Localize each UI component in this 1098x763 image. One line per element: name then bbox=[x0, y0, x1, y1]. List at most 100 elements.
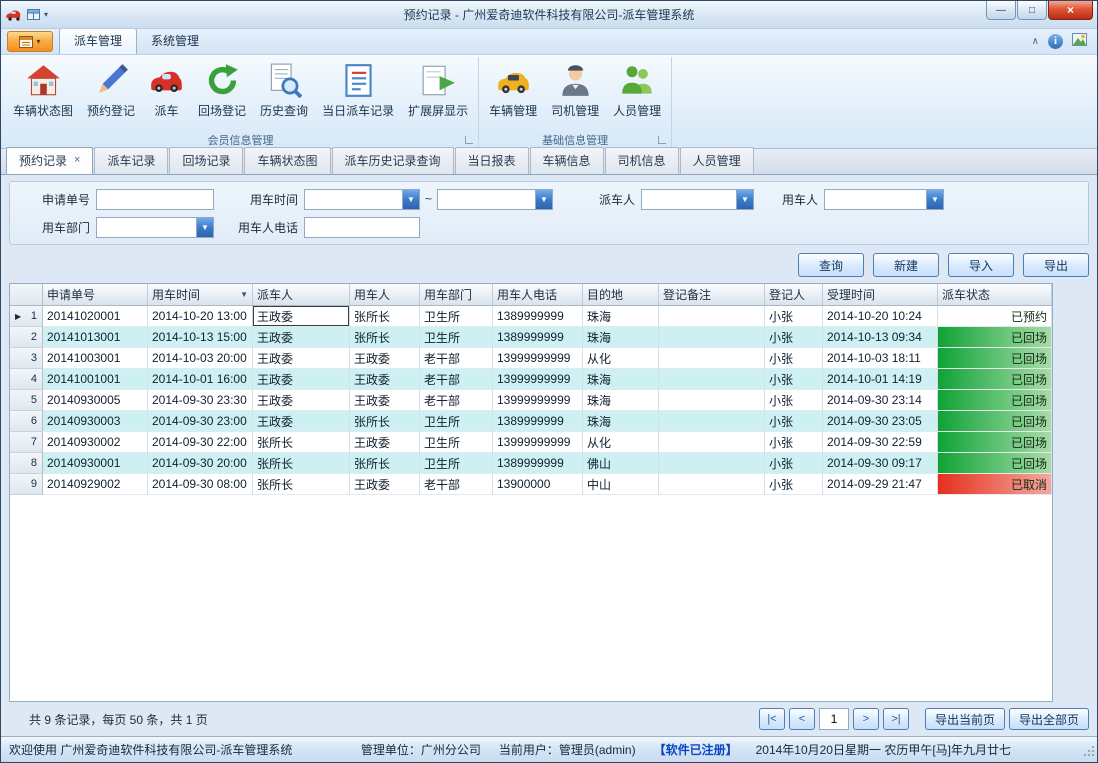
table-row[interactable]: 7201409300022014-09-30 22:00张所长王政委卫生所139… bbox=[10, 432, 1052, 453]
registered-link[interactable]: 【软件已注册】 bbox=[654, 741, 738, 758]
title-bar[interactable]: ▾ 预约记录 - 广州爱奇迪软件科技有限公司-派车管理系统 — □ × bbox=[1, 1, 1097, 29]
table-cell[interactable]: 张所长 bbox=[253, 432, 350, 453]
table-cell[interactable]: 20141020001 bbox=[43, 306, 148, 327]
table-cell[interactable]: 1389999999 bbox=[493, 327, 583, 348]
export-all-pages-button[interactable]: 导出全部页 bbox=[1009, 708, 1089, 730]
table-cell[interactable]: 老干部 bbox=[420, 474, 493, 495]
table-cell[interactable] bbox=[659, 306, 765, 327]
row-indicator[interactable]: 9 bbox=[10, 474, 43, 495]
table-cell[interactable]: 2014-10-13 09:34 bbox=[823, 327, 938, 348]
page-number-input[interactable] bbox=[819, 708, 849, 730]
maximize-button[interactable]: □ bbox=[1017, 1, 1047, 20]
table-cell[interactable]: 20140930002 bbox=[43, 432, 148, 453]
table-cell[interactable]: 20140929002 bbox=[43, 474, 148, 495]
table-cell[interactable]: 20141013001 bbox=[43, 327, 148, 348]
table-cell[interactable]: 2014-10-03 20:00 bbox=[148, 348, 253, 369]
table-cell[interactable]: 王政委 bbox=[253, 348, 350, 369]
table-cell[interactable]: 小张 bbox=[765, 327, 823, 348]
table-row[interactable]: 4201410010012014-10-01 16:00王政委王政委老干部139… bbox=[10, 369, 1052, 390]
info-icon[interactable]: i bbox=[1048, 34, 1063, 49]
column-header[interactable]: 申请单号 bbox=[43, 284, 148, 305]
tab-vehicle-info[interactable]: 车辆信息 bbox=[530, 147, 604, 174]
dropdown-arrow-icon[interactable]: ▼ bbox=[402, 190, 419, 209]
row-indicator[interactable]: ▶1 bbox=[10, 306, 43, 327]
table-row[interactable]: 3201410030012014-10-03 20:00王政委王政委老干部139… bbox=[10, 348, 1052, 369]
first-page-button[interactable]: |< bbox=[759, 708, 785, 730]
table-cell[interactable]: 20140930003 bbox=[43, 411, 148, 432]
close-button[interactable]: × bbox=[1048, 1, 1093, 20]
table-cell[interactable]: 2014-09-30 20:00 bbox=[148, 453, 253, 474]
column-header[interactable]: 登记人 bbox=[765, 284, 823, 305]
table-cell[interactable]: 小张 bbox=[765, 474, 823, 495]
export-button[interactable]: 导出 bbox=[1023, 253, 1089, 277]
ribbon-button-return-register[interactable]: 回场登记 bbox=[191, 59, 253, 121]
table-row[interactable]: 9201409290022014-09-30 08:00张所长王政委老干部139… bbox=[10, 474, 1052, 495]
row-indicator[interactable]: 4 bbox=[10, 369, 43, 390]
tab-personnel-management[interactable]: 人员管理 bbox=[680, 147, 754, 174]
table-cell[interactable]: 王政委 bbox=[253, 390, 350, 411]
table-cell[interactable]: 王政委 bbox=[350, 432, 420, 453]
table-cell[interactable]: 卫生所 bbox=[420, 432, 493, 453]
use-time-from-dropdown[interactable]: ▼ bbox=[304, 189, 420, 210]
table-cell[interactable]: 20140930005 bbox=[43, 390, 148, 411]
minimize-button[interactable]: — bbox=[986, 1, 1016, 20]
table-cell[interactable]: 张所长 bbox=[350, 411, 420, 432]
table-cell[interactable]: 2014-09-30 08:00 bbox=[148, 474, 253, 495]
table-cell[interactable]: 老干部 bbox=[420, 369, 493, 390]
tab-dispatch-history-query[interactable]: 派车历史记录查询 bbox=[332, 147, 454, 174]
filter-arrow-icon[interactable]: ▼ bbox=[238, 290, 248, 299]
ribbon-button-extended-screen[interactable]: 扩展屏显示 bbox=[401, 59, 475, 121]
ribbon-button-dispatch-car[interactable]: 派车 bbox=[142, 59, 191, 121]
tab-driver-info[interactable]: 司机信息 bbox=[605, 147, 679, 174]
table-cell[interactable]: 从化 bbox=[583, 432, 659, 453]
column-header[interactable]: 用车人电话 bbox=[493, 284, 583, 305]
table-row[interactable]: ▶1201410200012014-10-20 13:00王政委张所长卫生所13… bbox=[10, 306, 1052, 327]
column-header[interactable]: 用车人 bbox=[350, 284, 420, 305]
table-cell[interactable]: 13900000 bbox=[493, 474, 583, 495]
table-cell[interactable]: 小张 bbox=[765, 411, 823, 432]
ribbon-button-today-dispatch-records[interactable]: 当日派车记录 bbox=[315, 59, 401, 121]
dialog-launcher-icon[interactable] bbox=[658, 136, 666, 144]
table-cell[interactable] bbox=[659, 390, 765, 411]
table-cell[interactable]: 2014-10-20 13:00 bbox=[148, 306, 253, 327]
collapse-ribbon-icon[interactable]: ∧ bbox=[1032, 36, 1039, 47]
table-cell[interactable]: 张所长 bbox=[253, 453, 350, 474]
table-cell[interactable]: 张所长 bbox=[350, 453, 420, 474]
export-current-page-button[interactable]: 导出当前页 bbox=[925, 708, 1005, 730]
table-cell[interactable]: 王政委 bbox=[350, 369, 420, 390]
table-cell[interactable]: 2014-10-01 16:00 bbox=[148, 369, 253, 390]
table-cell[interactable]: 小张 bbox=[765, 432, 823, 453]
table-cell[interactable]: 20141003001 bbox=[43, 348, 148, 369]
table-cell[interactable]: 13999999999 bbox=[493, 390, 583, 411]
status-badge[interactable]: 已回场 bbox=[938, 453, 1052, 474]
table-row[interactable]: 8201409300012014-09-30 20:00张所长张所长卫生所138… bbox=[10, 453, 1052, 474]
column-header[interactable]: 用车时间▼ bbox=[148, 284, 253, 305]
table-cell[interactable]: 2014-09-30 23:05 bbox=[823, 411, 938, 432]
table-cell[interactable]: 小张 bbox=[765, 348, 823, 369]
ribbon-button-vehicle-management[interactable]: 车辆管理 bbox=[482, 59, 544, 121]
row-indicator[interactable]: 6 bbox=[10, 411, 43, 432]
table-cell[interactable]: 2014-09-30 23:30 bbox=[148, 390, 253, 411]
tab-close-icon[interactable]: × bbox=[74, 155, 80, 166]
ribbon-button-history-query[interactable]: 历史查询 bbox=[253, 59, 315, 121]
tab-reservation-records[interactable]: 预约记录 × bbox=[6, 147, 93, 174]
resize-grip[interactable] bbox=[1083, 745, 1095, 760]
table-cell[interactable]: 张所长 bbox=[350, 327, 420, 348]
table-cell[interactable]: 王政委 bbox=[350, 474, 420, 495]
last-page-button[interactable]: >| bbox=[883, 708, 909, 730]
import-button[interactable]: 导入 bbox=[948, 253, 1014, 277]
table-cell[interactable]: 2014-09-30 22:59 bbox=[823, 432, 938, 453]
table-cell[interactable]: 珠海 bbox=[583, 369, 659, 390]
table-cell[interactable] bbox=[659, 327, 765, 348]
user-dropdown[interactable]: ▼ bbox=[824, 189, 944, 210]
table-cell[interactable]: 从化 bbox=[583, 348, 659, 369]
ribbon-button-reservation-register[interactable]: 预约登记 bbox=[80, 59, 142, 121]
row-indicator[interactable]: 3 bbox=[10, 348, 43, 369]
request-no-input[interactable] bbox=[96, 189, 214, 210]
table-cell[interactable]: 王政委 bbox=[253, 306, 350, 327]
table-cell[interactable]: 卫生所 bbox=[420, 327, 493, 348]
column-header[interactable]: 受理时间 bbox=[823, 284, 938, 305]
row-indicator[interactable]: 7 bbox=[10, 432, 43, 453]
table-cell[interactable]: 王政委 bbox=[350, 348, 420, 369]
tab-return-records[interactable]: 回场记录 bbox=[169, 147, 243, 174]
